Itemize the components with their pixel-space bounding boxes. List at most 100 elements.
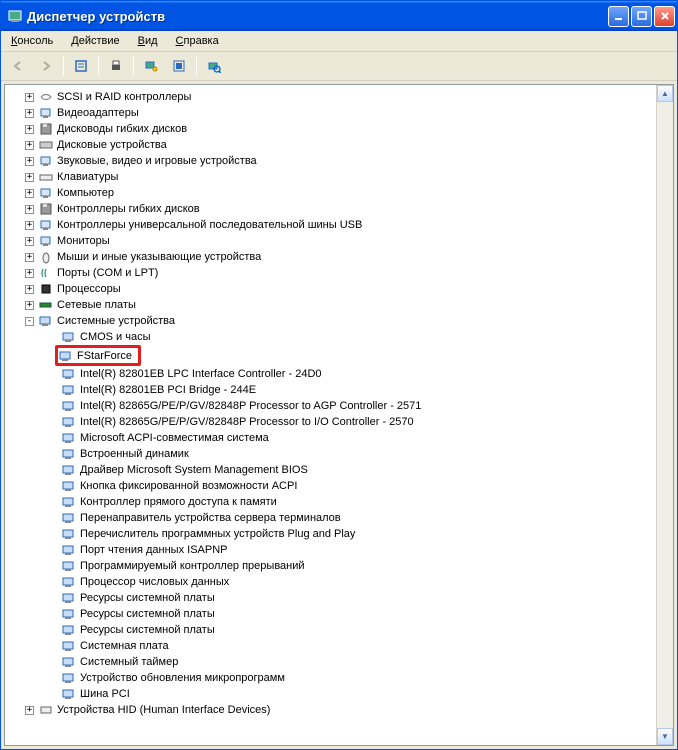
print-button[interactable] xyxy=(105,55,127,77)
tree-category[interactable]: +Контроллеры универсальной последователь… xyxy=(7,217,654,233)
tree-device[interactable]: Процессор числовых данных xyxy=(7,574,654,590)
device-icon xyxy=(61,606,77,622)
tree-category[interactable]: +Клавиатуры xyxy=(7,169,654,185)
tree-category[interactable]: + Устройства HID (Human Interface Devices… xyxy=(7,702,654,718)
category-label: Дисковые устройства xyxy=(57,139,167,151)
tree-device[interactable]: Ресурсы системной платы xyxy=(7,622,654,638)
titlebar[interactable]: Диспетчер устройств xyxy=(1,1,677,31)
forward-button xyxy=(35,55,57,77)
device-label: Шина PCI xyxy=(80,688,130,700)
category-label: Устройства HID (Human Interface Devices) xyxy=(57,704,270,716)
scroll-down-button[interactable]: ▼ xyxy=(657,728,673,745)
expand-icon[interactable]: + xyxy=(25,269,34,278)
category-label: Контроллеры гибких дисков xyxy=(57,203,200,215)
expand-icon[interactable]: + xyxy=(25,93,34,102)
tree-device[interactable]: Системная плата xyxy=(7,638,654,654)
expand-icon[interactable]: + xyxy=(25,109,34,118)
tree-category[interactable]: + Контроллеры гибких дисков xyxy=(7,201,654,217)
tree-category[interactable]: + Процессоры xyxy=(7,281,654,297)
device-label: Microsoft ACPI-совместимая система xyxy=(80,432,269,444)
keyboard-icon xyxy=(38,169,54,185)
tree-category[interactable]: + Дисковые устройства xyxy=(7,137,654,153)
tree-device[interactable]: Устройство обновления микропрограмм xyxy=(7,670,654,686)
expand-icon[interactable]: + xyxy=(25,157,34,166)
expand-icon[interactable]: + xyxy=(25,205,34,214)
close-button[interactable] xyxy=(654,6,675,27)
menu-view[interactable]: Вид xyxy=(134,33,162,49)
tree-device[interactable]: Шина PCI xyxy=(7,686,654,702)
tree-category[interactable]: +Сетевые платы xyxy=(7,297,654,313)
minimize-button[interactable] xyxy=(608,6,629,27)
tree-device[interactable]: Microsoft ACPI-совместимая система xyxy=(7,430,654,446)
expand-icon[interactable]: + xyxy=(25,141,34,150)
show-hidden-button[interactable] xyxy=(203,55,225,77)
collapse-icon[interactable]: - xyxy=(25,317,34,326)
uninstall-button[interactable] xyxy=(168,55,190,77)
device-icon xyxy=(61,654,77,670)
tree-category[interactable]: +Компьютер xyxy=(7,185,654,201)
maximize-button[interactable] xyxy=(631,6,652,27)
tree-device[interactable]: Встроенный динамик xyxy=(7,446,654,462)
device-label: Ресурсы системной платы xyxy=(80,624,215,636)
tree-device[interactable]: Intel(R) 82801EB PCI Bridge - 244E xyxy=(7,382,654,398)
device-label: CMOS и часы xyxy=(80,331,151,343)
device-icon xyxy=(61,494,77,510)
tree-device[interactable]: Перечислитель программных устройств Plug… xyxy=(7,526,654,542)
menu-console[interactable]: Консоль xyxy=(7,33,57,49)
mouse-icon xyxy=(38,249,54,265)
scan-button[interactable] xyxy=(140,55,162,77)
scroll-track[interactable] xyxy=(657,102,673,728)
menu-help[interactable]: Справка xyxy=(172,33,223,49)
properties-button[interactable] xyxy=(70,55,92,77)
menu-action[interactable]: Действие xyxy=(67,33,123,49)
tree-device[interactable]: Intel(R) 82865G/PE/P/GV/82848P Processor… xyxy=(7,414,654,430)
tree-device[interactable]: Порт чтения данных ISAPNP xyxy=(7,542,654,558)
back-button xyxy=(7,55,29,77)
menubar: Консоль Действие Вид Справка xyxy=(1,31,677,52)
tree-category[interactable]: +Мыши и иные указывающие устройства xyxy=(7,249,654,265)
expand-icon[interactable]: + xyxy=(25,189,34,198)
expand-icon[interactable]: + xyxy=(25,301,34,310)
category-label: Видеоадаптеры xyxy=(57,107,139,119)
tree-device[interactable]: Драйвер Microsoft System Management BIOS xyxy=(7,462,654,478)
expand-icon[interactable]: + xyxy=(25,221,34,230)
tree-device[interactable]: Ресурсы системной платы xyxy=(7,606,654,622)
tree-device[interactable]: Программируемый контроллер прерываний xyxy=(7,558,654,574)
expand-icon[interactable]: + xyxy=(25,237,34,246)
expand-icon[interactable]: + xyxy=(25,706,34,715)
tree-category-system[interactable]: -Системные устройства xyxy=(7,313,654,329)
category-label: Процессоры xyxy=(57,283,121,295)
device-icon xyxy=(61,526,77,542)
expand-icon[interactable]: + xyxy=(25,285,34,294)
device-label: Перечислитель программных устройств Plug… xyxy=(80,528,355,540)
tree-category[interactable]: + Видеоадаптеры xyxy=(7,105,654,121)
tree-device[interactable]: Контроллер прямого доступа к памяти xyxy=(7,494,654,510)
device-icon xyxy=(38,313,54,329)
tree-category[interactable]: +SCSI и RAID контроллеры xyxy=(7,89,654,105)
expand-icon[interactable]: + xyxy=(25,253,34,262)
scsi-icon xyxy=(38,89,54,105)
tree-category[interactable]: +Дисководы гибких дисков xyxy=(7,121,654,137)
tree-device-highlighted[interactable]: FStarForce xyxy=(7,345,654,366)
vertical-scrollbar[interactable]: ▲ ▼ xyxy=(656,85,673,745)
tree-device[interactable]: Ресурсы системной платы xyxy=(7,590,654,606)
expand-icon[interactable]: + xyxy=(25,125,34,134)
scroll-up-button[interactable]: ▲ xyxy=(657,85,673,102)
category-icon xyxy=(38,105,54,121)
device-label: Программируемый контроллер прерываний xyxy=(80,560,305,572)
tree-device[interactable]: Перенаправитель устройства сервера терми… xyxy=(7,510,654,526)
device-tree[interactable]: +SCSI и RAID контроллеры+Видеоадаптеры+Д… xyxy=(5,85,656,745)
tree-device[interactable]: Системный таймер xyxy=(7,654,654,670)
tree-device[interactable]: Intel(R) 82865G/PE/P/GV/82848P Processor… xyxy=(7,398,654,414)
device-icon xyxy=(61,462,77,478)
window-title: Диспетчер устройств xyxy=(27,9,608,24)
tree-category[interactable]: +Порты (COM и LPT) xyxy=(7,265,654,281)
tree-device[interactable]: Intel(R) 82801EB LPC Interface Controlle… xyxy=(7,366,654,382)
device-label: Ресурсы системной платы xyxy=(80,608,215,620)
device-label: Intel(R) 82801EB PCI Bridge - 244E xyxy=(80,384,256,396)
tree-category[interactable]: +Звуковые, видео и игровые устройства xyxy=(7,153,654,169)
tree-device[interactable]: Кнопка фиксированной возможности ACPI xyxy=(7,478,654,494)
tree-category[interactable]: +Мониторы xyxy=(7,233,654,249)
expand-icon[interactable]: + xyxy=(25,173,34,182)
tree-device[interactable]: CMOS и часы xyxy=(7,329,654,345)
